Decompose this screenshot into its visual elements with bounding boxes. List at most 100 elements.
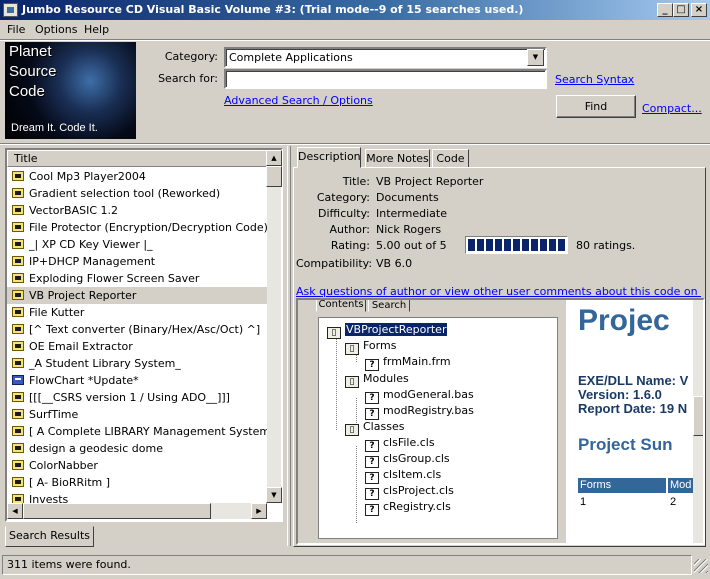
menu-options[interactable]: Options [35,20,77,39]
close-button[interactable]: × [691,3,707,17]
tab-description[interactable]: Description [297,147,361,168]
logo-line-3: Code [9,83,45,100]
tree-item[interactable]: ? clsItem.cls [365,467,441,484]
list-item[interactable]: VB Project Reporter [7,287,267,304]
contents-tree[interactable]: ▯ VBProjectReporter ▯ Forms ? frmMain.frm ▯… [318,317,558,539]
results-list[interactable]: Title Cool Mp3 Player2004 Gradient select… [5,148,283,522]
list-item[interactable]: [[[__CSRS version 1 / Using ADO__]]] [7,389,267,406]
compact-link[interactable]: Compact... [642,102,702,115]
list-item[interactable]: File Protector (Encryption/Decryption Co… [7,219,267,236]
results-hscroll-thumb[interactable] [23,503,211,519]
maximize-button[interactable]: □ [673,3,689,17]
tree-item-label: clsFile.cls [383,436,435,449]
list-item[interactable]: [^ Text converter (Binary/Hex/Asc/Oct) ^… [7,321,267,338]
help-doc-scrollbar[interactable] [693,300,703,543]
tree-classes[interactable]: ▯ Classes [345,419,404,436]
tree-item-label: clsGroup.cls [383,452,450,465]
pane-splitter[interactable] [287,146,291,546]
tree-classes-label: Classes [363,420,405,433]
code-icon [12,290,24,300]
tree-forms[interactable]: ▯ Forms [345,338,396,355]
list-item[interactable]: Cool Mp3 Player2004 [7,168,267,185]
list-item[interactable]: FlowChart *Update* [7,372,267,389]
list-item[interactable]: [ A Complete LIBRARY Management System N… [7,423,267,440]
tree-item[interactable]: ? modGeneral.bas [365,387,474,404]
advanced-search-link[interactable]: Advanced Search / Options [224,94,373,107]
list-item[interactable]: OE Email Extractor [7,338,267,355]
help-page-icon: ? [365,504,379,516]
list-item-title: FlowChart *Update* [29,374,139,387]
list-item-title: [ A- BioRRitm ] [29,476,111,489]
list-item-title: VB Project Reporter [29,289,137,302]
tree-item[interactable]: ? cRegistry.cls [365,499,451,516]
list-item[interactable]: [ A- BioRRitm ] [7,474,267,491]
minimize-button[interactable]: _ [657,3,673,17]
menu-file[interactable]: File [7,20,25,39]
tab-more-notes[interactable]: More Notes [365,149,430,168]
doc-meta: EXE/DLL Name: V Version: 1.6.0 Report Da… [578,374,688,416]
code-icon [12,188,24,198]
scroll-left-arrow-icon[interactable]: ◀ [7,503,23,519]
menu-bar: File Options Help [0,20,710,39]
tree-modules[interactable]: ▯ Modules [345,371,409,388]
list-item-title: [^ Text converter (Binary/Hex/Asc/Oct) ^… [29,323,261,336]
resize-grip-icon[interactable] [694,559,708,573]
scroll-down-arrow-icon[interactable]: ▼ [266,487,282,503]
tab-contents[interactable]: Contents [316,300,366,312]
results-horizontal-scrollbar[interactable]: ◀ ▶ [7,503,267,519]
list-item[interactable]: File Kutter [7,304,267,321]
list-item-title: [[[__CSRS version 1 / Using ADO__]]] [29,391,230,404]
search-syntax-link[interactable]: Search Syntax [555,73,634,86]
list-item[interactable]: VectorBASIC 1.2 [7,202,267,219]
tree-item[interactable]: ? frmMain.frm [365,354,451,371]
help-splitter[interactable] [561,300,565,543]
book-open-icon: ▯ [327,327,341,339]
tree-item[interactable]: ? modRegistry.bas [365,403,474,420]
list-item[interactable]: IP+DHCP Management [7,253,267,270]
list-item-title: Exploding Flower Screen Saver [29,272,200,285]
tree-root-label: VBProjectReporter [345,323,448,336]
results-vertical-scrollbar[interactable]: ▲ ▼ [266,150,282,503]
tree-item[interactable]: ? clsProject.cls [365,483,454,500]
list-item[interactable]: Gradient selection tool (Reworked) [7,185,267,202]
menu-help[interactable]: Help [84,20,109,39]
column-header-title[interactable]: Title [7,150,267,167]
list-item-title: Gradient selection tool (Reworked) [29,187,221,200]
rating-bar [465,236,568,254]
category-select[interactable]: Complete Applications ▼ [224,47,547,68]
scroll-up-arrow-icon[interactable]: ▲ [266,150,282,166]
tab-code[interactable]: Code [432,149,469,168]
tab-search-results[interactable]: Search Results [5,526,94,547]
book-icon: ▯ [345,424,359,436]
doc-summary-heading: Project Sun [578,435,673,454]
tree-root[interactable]: ▯ VBProjectReporter [327,322,448,339]
results-scroll-thumb[interactable] [266,166,282,187]
tab-search[interactable]: Search [368,300,410,312]
app-icon[interactable] [3,3,18,17]
list-item[interactable]: design a geodesic dome [7,440,267,457]
list-item-title: VectorBASIC 1.2 [29,204,119,217]
code-icon [12,358,24,368]
help-doc-scroll-thumb[interactable] [693,396,703,436]
title-value: VB Project Reporter [376,175,484,188]
chevron-down-icon[interactable]: ▼ [527,49,544,66]
tree-item[interactable]: ? clsGroup.cls [365,451,450,468]
doc-table-value-modules: 2 [670,496,677,508]
tree-item[interactable]: ? clsFile.cls [365,435,435,452]
list-item[interactable]: _| XP CD Key Viewer |_ [7,236,267,253]
code-icon [12,341,24,351]
list-item[interactable]: SurfTime [7,406,267,423]
scroll-right-arrow-icon[interactable]: ▶ [251,503,267,519]
code-icon [12,205,24,215]
list-item[interactable]: Exploding Flower Screen Saver [7,270,267,287]
doc-table-header-forms: Forms [578,478,666,493]
list-item-title: [ A Complete LIBRARY Management System N… [29,425,267,438]
difficulty-label: Difficulty: [318,207,370,220]
compatibility-label: Compatibility: [296,257,373,270]
code-icon [12,477,24,487]
list-item[interactable]: _A Student Library System_ [7,355,267,372]
search-input[interactable] [224,69,547,89]
list-item[interactable]: ColorNabber [7,457,267,474]
find-button[interactable]: Find [556,95,636,118]
ask-questions-link[interactable]: Ask questions of author or view other us… [296,285,701,298]
